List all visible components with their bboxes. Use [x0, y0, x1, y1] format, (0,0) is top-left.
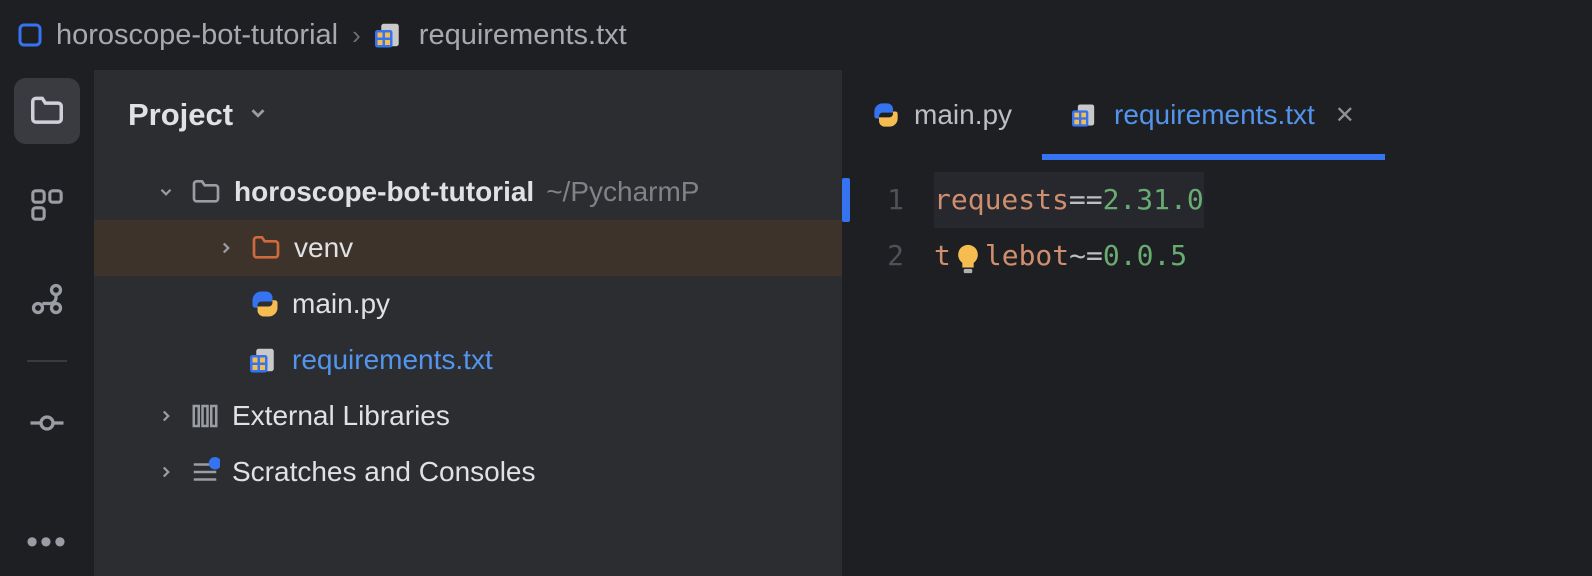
project-square-icon [18, 23, 42, 47]
library-icon [190, 401, 220, 431]
tree-extlibs-label: External Libraries [232, 400, 450, 432]
tree-root-label: horoscope-bot-tutorial [234, 176, 534, 208]
breadcrumb-file[interactable]: requirements.txt [419, 19, 627, 52]
editor-tabs: main.py requirements.txt ✕ [842, 70, 1592, 160]
vcs-tool-button[interactable] [14, 266, 80, 332]
token-operator: ~= [1069, 239, 1103, 272]
breadcrumb-project[interactable]: horoscope-bot-tutorial [56, 19, 338, 52]
more-tools-button[interactable]: ••• [26, 523, 68, 562]
editor-area: main.py requirements.txt ✕ 1 2 requests=… [842, 70, 1592, 576]
token-operator: == [1069, 183, 1103, 216]
tree-root[interactable]: horoscope-bot-tutorial ~/PycharmP [94, 164, 842, 220]
line-number: 2 [842, 228, 934, 284]
project-tree: horoscope-bot-tutorial ~/PycharmP venv ·… [94, 160, 842, 500]
tab-main-label: main.py [914, 99, 1012, 131]
folder-excluded-icon [250, 232, 282, 264]
token-package: requests [934, 183, 1069, 216]
tree-main-label: main.py [292, 288, 390, 320]
close-icon[interactable]: ✕ [1335, 101, 1355, 130]
tree-requirements[interactable]: · requirements.txt [94, 332, 842, 388]
tree-scratches-label: Scratches and Consoles [232, 456, 536, 488]
scratches-icon [190, 457, 220, 487]
requirements-file-icon [1072, 101, 1100, 129]
commit-tool-button[interactable] [14, 390, 80, 456]
requirements-file-icon [375, 20, 405, 50]
python-file-icon [250, 289, 280, 319]
tab-req-label: requirements.txt [1114, 99, 1315, 131]
left-toolstrip: ••• [0, 70, 94, 576]
code-line[interactable]: requests==2.31.0 [934, 172, 1204, 228]
tree-external-libraries[interactable]: External Libraries [94, 388, 842, 444]
gutter: 1 2 [842, 160, 934, 284]
project-panel-title: Project [128, 97, 233, 133]
chevron-right-icon[interactable] [154, 407, 178, 425]
tree-requirements-label: requirements.txt [292, 344, 493, 376]
breadcrumb: horoscope-bot-tutorial › requirements.tx… [0, 0, 1592, 70]
requirements-file-icon [250, 345, 280, 375]
token-version: 2.31.0 [1103, 183, 1204, 216]
tab-main-py[interactable]: main.py [842, 70, 1042, 160]
chevron-down-icon[interactable] [154, 183, 178, 201]
tree-main-py[interactable]: · main.py [94, 276, 842, 332]
project-tool-button[interactable] [14, 78, 80, 144]
tab-requirements[interactable]: requirements.txt ✕ [1042, 70, 1385, 160]
project-panel: Project horoscope-bot-tutorial ~/Pycharm… [94, 70, 842, 576]
project-panel-header[interactable]: Project [94, 70, 842, 160]
token-version: 0.0.5 [1103, 239, 1187, 272]
python-file-icon [872, 101, 900, 129]
chevron-right-icon: › [352, 20, 361, 51]
line-number: 1 [842, 172, 934, 228]
chevron-down-icon[interactable] [247, 102, 269, 129]
tree-venv-label: venv [294, 232, 353, 264]
tree-venv[interactable]: venv [94, 220, 842, 276]
code-line[interactable]: tlebot~=0.0.5 [934, 228, 1204, 284]
tree-scratches[interactable]: Scratches and Consoles [94, 444, 842, 500]
structure-tool-button[interactable] [14, 172, 80, 238]
toolstrip-separator [27, 360, 67, 362]
folder-icon [190, 176, 222, 208]
chevron-right-icon[interactable] [214, 239, 238, 257]
tree-root-hint: ~/PycharmP [546, 176, 699, 208]
intention-bulb-icon[interactable] [951, 239, 985, 273]
code-editor[interactable]: 1 2 requests==2.31.0 tlebot~=0.0.5 [842, 160, 1592, 284]
token-package: t [934, 239, 951, 272]
chevron-right-icon[interactable] [154, 463, 178, 481]
